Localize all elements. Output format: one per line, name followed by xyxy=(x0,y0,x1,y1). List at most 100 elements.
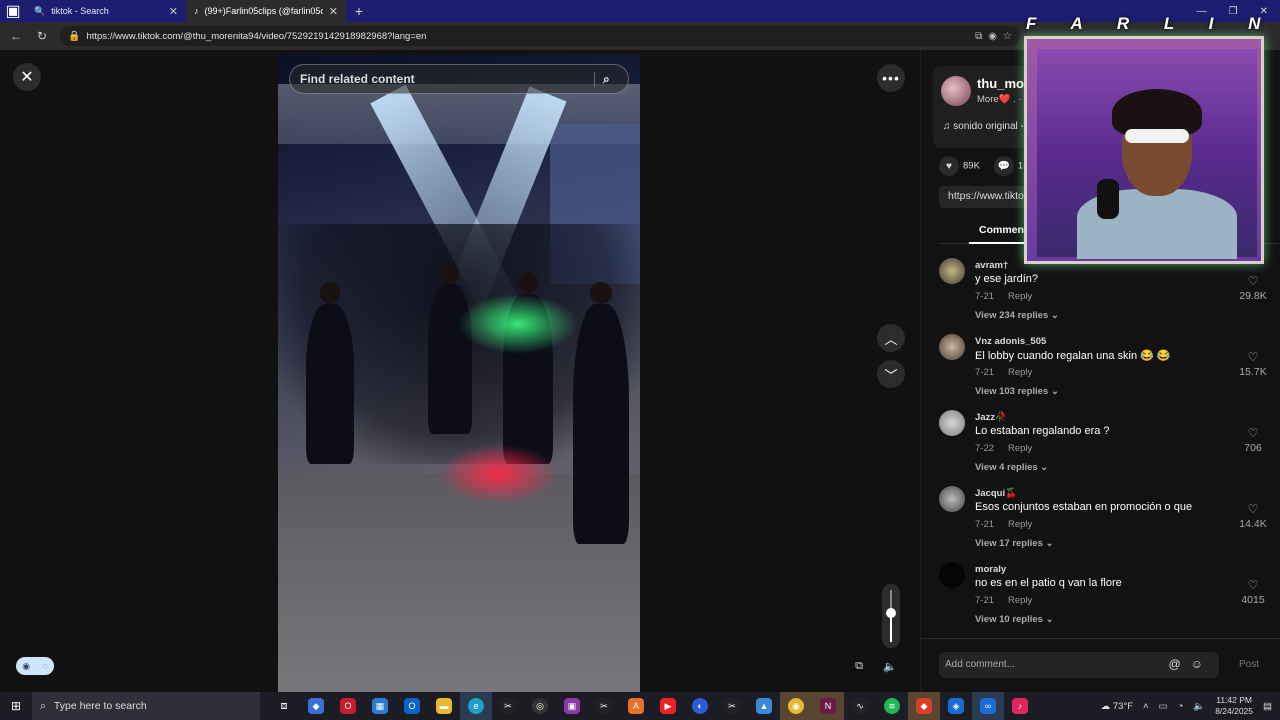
music-label[interactable]: ♫ sonido original - xyxy=(943,121,1024,132)
view-replies-button[interactable]: View 17 replies ⌄ xyxy=(975,538,1054,549)
reply-button[interactable]: Reply xyxy=(1008,367,1032,378)
wifi-icon[interactable]: ◔ xyxy=(1178,701,1184,712)
comment-like-button[interactable]: ♡ 29.8K xyxy=(1233,274,1273,302)
back-arrow-icon[interactable]: ← xyxy=(8,28,24,44)
add-comment-input[interactable]: Add comment... @☺ xyxy=(939,652,1219,678)
speaker-icon[interactable]: 🔈 xyxy=(882,658,898,674)
previous-video-button[interactable]: ︿ xyxy=(877,324,905,352)
meta-icon[interactable]: ∞ xyxy=(972,692,1004,720)
comment-like-button[interactable]: ♡ 15.7K xyxy=(1233,350,1273,378)
reply-button[interactable]: Reply xyxy=(1008,443,1032,454)
url-text: https://www.tiktok.com/@thu_morenita94/v… xyxy=(86,30,427,42)
view-replies-button[interactable]: View 4 replies ⌄ xyxy=(975,462,1048,473)
chevron-up-icon[interactable]: ˄ xyxy=(1143,701,1149,712)
close-tab-icon[interactable]: ✕ xyxy=(169,5,178,18)
comment-stat[interactable]: 💬 1( xyxy=(993,156,1026,176)
comment-like-button[interactable]: ♡ 4015 xyxy=(1233,578,1273,606)
avatar[interactable] xyxy=(939,258,965,284)
avatar[interactable] xyxy=(939,562,965,588)
favorite-star-icon[interactable]: ☆ xyxy=(1003,31,1012,42)
comment-username[interactable]: Vnz adonis_505 xyxy=(975,336,1046,347)
avatar[interactable] xyxy=(939,410,965,436)
opera-icon[interactable]: O xyxy=(332,692,364,720)
outlook-icon[interactable]: O xyxy=(396,692,428,720)
waveform-icon[interactable]: ∿ xyxy=(844,692,876,720)
weather-widget[interactable]: ☁ 73°F xyxy=(1101,701,1133,712)
reply-button[interactable]: Reply xyxy=(1008,595,1032,606)
tab-tiktok-search[interactable]: 🔍 tiktok - Search ✕ xyxy=(26,0,186,22)
comment-username[interactable]: Jacqui🍒 xyxy=(975,488,1017,499)
affinity-icon[interactable]: A xyxy=(620,692,652,720)
taskbar-search[interactable]: ⌕ Type here to search xyxy=(32,692,260,720)
app-icon[interactable]: ◈ xyxy=(940,692,972,720)
post-button[interactable]: Post xyxy=(1239,659,1259,670)
tab-actions-icon[interactable]: ▣ xyxy=(0,0,26,22)
youtube-icon[interactable]: ▶ xyxy=(652,692,684,720)
task-view-icon[interactable]: ⧈ xyxy=(268,692,300,720)
video-frame[interactable] xyxy=(278,54,640,692)
taskbar-apps: ⧈ ◆ O ▦ O ▬ e ✂ ◎ ▣ ✂ A ▶ ◐ ✂ ▲ ◉ N ∿ ≋ … xyxy=(268,692,1036,720)
comment-item: Jacqui🍒 Esos conjuntos estaban en promoc… xyxy=(939,486,1279,562)
comment-username[interactable]: avram† xyxy=(975,260,1008,271)
comment-like-count: 15.7K xyxy=(1239,366,1267,378)
comment-tools: @☺ xyxy=(1169,657,1213,671)
taskbar-clock[interactable]: 11:42 PM 8/24/2025 xyxy=(1215,695,1253,717)
reply-button[interactable]: Reply xyxy=(1008,519,1032,530)
mention-icon[interactable]: @ xyxy=(1169,657,1191,671)
comment-like-count: 706 xyxy=(1244,442,1262,454)
game-icon[interactable]: ◆ xyxy=(908,692,940,720)
comment-text: y ese jardín? xyxy=(975,273,1038,285)
app-icon[interactable]: ▣ xyxy=(556,692,588,720)
like-stat[interactable]: ♥ 89K xyxy=(939,156,980,176)
battery-icon[interactable]: ▭ xyxy=(1159,701,1168,712)
avatar[interactable] xyxy=(941,76,971,106)
floating-player-icon[interactable]: ⧉ xyxy=(851,658,867,674)
browser-icon[interactable]: ◐ xyxy=(684,692,716,720)
tiktok-icon[interactable]: ♪ xyxy=(1004,692,1036,720)
open-in-app-icon[interactable]: ⧉ xyxy=(975,31,982,42)
chrome-icon[interactable]: ◉ xyxy=(780,692,812,720)
spotify-icon[interactable]: ≋ xyxy=(876,692,908,720)
volume-knob[interactable] xyxy=(886,608,896,618)
tracking-prevention-icon[interactable]: ◉ xyxy=(988,31,997,42)
avatar[interactable] xyxy=(939,334,965,360)
comment-text: no es en el patio q van la flore xyxy=(975,577,1122,589)
capcut-icon[interactable]: ✂ xyxy=(588,692,620,720)
copilot-icon[interactable]: ◆ xyxy=(300,692,332,720)
capcut-icon[interactable]: ✂ xyxy=(716,692,748,720)
windows-start-icon[interactable]: ⊞ xyxy=(0,692,32,720)
reply-button[interactable]: Reply xyxy=(1008,291,1032,302)
search-icon[interactable]: ⌕ xyxy=(594,71,618,87)
view-replies-button[interactable]: View 103 replies ⌄ xyxy=(975,386,1059,397)
close-video-button[interactable]: ✕ xyxy=(13,63,41,91)
volume-icon[interactable]: 🔈 xyxy=(1193,701,1205,712)
chevron-up-icon: ︿ xyxy=(884,331,898,347)
volume-slider[interactable] xyxy=(882,584,900,648)
edge-icon[interactable]: e xyxy=(460,692,492,720)
notifications-icon[interactable]: ▤ xyxy=(1263,701,1272,712)
comment-username[interactable]: moraly xyxy=(975,564,1006,575)
comment-meta: 7-21 Reply xyxy=(975,367,1032,378)
refresh-icon[interactable]: ↻ xyxy=(34,28,50,44)
view-replies-button[interactable]: View 10 replies ⌄ xyxy=(975,614,1054,625)
comment-like-button[interactable]: ♡ 706 xyxy=(1233,426,1273,454)
photos-icon[interactable]: ▲ xyxy=(748,692,780,720)
avatar[interactable] xyxy=(939,486,965,512)
view-replies-button[interactable]: View 234 replies ⌄ xyxy=(975,310,1059,321)
new-tab-button[interactable]: + xyxy=(346,0,372,22)
close-tab-icon[interactable]: ✕ xyxy=(329,5,338,18)
store-icon[interactable]: ▦ xyxy=(364,692,396,720)
url-field[interactable]: 🔒 https://www.tiktok.com/@thu_morenita94… xyxy=(60,26,1020,46)
more-options-button[interactable]: ••• xyxy=(877,64,905,92)
find-related-search[interactable]: Find related content ⌕ xyxy=(289,64,629,94)
capcut-icon[interactable]: ✂ xyxy=(492,692,524,720)
comment-username[interactable]: Jazz🥀 xyxy=(975,412,1007,423)
tab-farlin-clips[interactable]: ♪ (99+)Farlin05clips (@farlin05clips ✕ xyxy=(186,0,346,22)
obs-icon[interactable]: ◎ xyxy=(524,692,556,720)
extension-pill[interactable]: ◉ ◌ xyxy=(16,657,54,675)
file-explorer-icon[interactable]: ▬ xyxy=(428,692,460,720)
comment-like-button[interactable]: ♡ 14.4K xyxy=(1233,502,1273,530)
emoji-icon[interactable]: ☺ xyxy=(1191,657,1213,671)
next-video-button[interactable]: ﹀ xyxy=(877,360,905,388)
next-icon[interactable]: N xyxy=(812,692,844,720)
